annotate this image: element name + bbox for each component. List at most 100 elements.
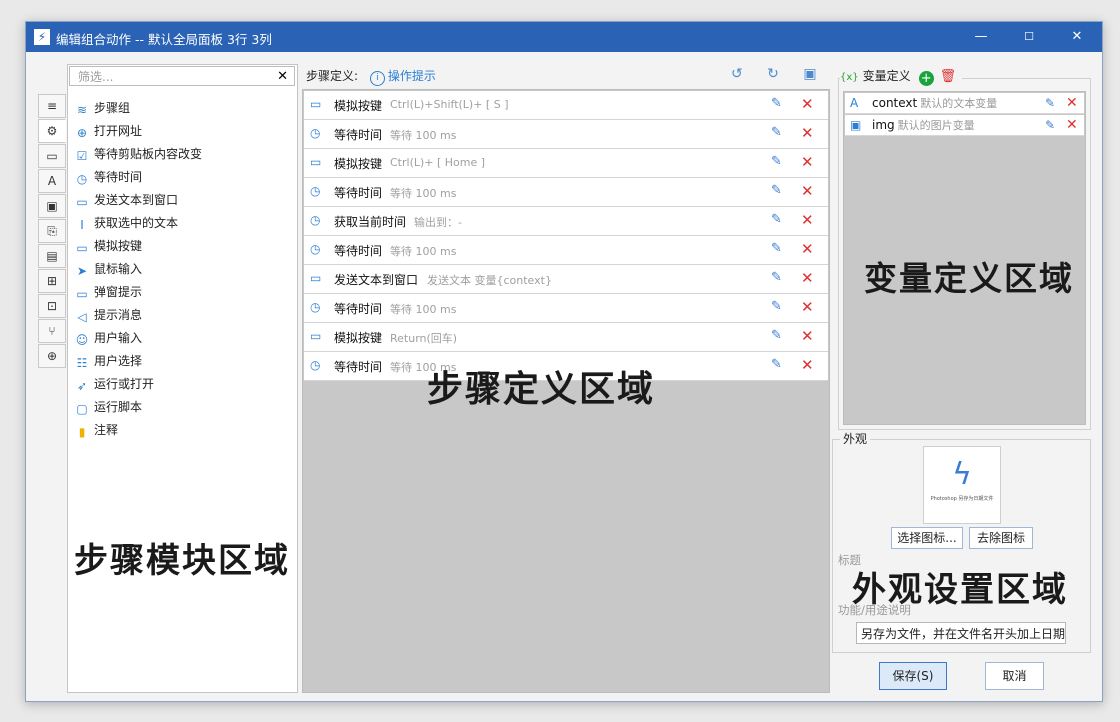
variable-desc: 默认的文本变量: [920, 97, 998, 110]
tab-gear-icon[interactable]: ⚙: [38, 119, 66, 143]
step-name: 模拟按键: [334, 331, 383, 345]
timer-icon: ◷: [310, 184, 321, 198]
variable-row[interactable]: Acontext 默认的文本变量 ✎ ✕: [845, 93, 1084, 114]
variables-list: Acontext 默认的文本变量 ✎ ✕ ▣ img 默认的图片变量 ✎ ✕ 变量定义区域: [843, 91, 1086, 425]
tab-window-icon[interactable]: ▭: [38, 144, 66, 168]
variable-desc: 默认的图片变量: [897, 119, 975, 132]
clipboard-check-icon: ☑: [76, 149, 88, 163]
module-item-comment[interactable]: ▮ 注释: [74, 419, 202, 442]
variables-area-label: 变量定义区域: [864, 259, 1074, 298]
step-row[interactable]: ◷ 获取当前时间 输出到：- ✎ ✕: [304, 207, 828, 236]
delete-icon[interactable]: ✕: [801, 269, 814, 287]
module-item-user-input[interactable]: ☺ 用户输入: [74, 327, 202, 350]
module-item-send-text[interactable]: ▭ 发送文本到窗口: [74, 189, 202, 212]
edit-icon[interactable]: ✎: [771, 154, 782, 169]
module-item-get-selected-text[interactable]: I 获取选中的文本: [74, 212, 202, 235]
module-item-popup-tip[interactable]: ▭ 弹窗提示: [74, 281, 202, 304]
variables-header-label: 变量定义: [862, 69, 911, 83]
module-item-wait-clipboard[interactable]: ☑ 等待剪贴板内容改变: [74, 143, 202, 166]
step-row[interactable]: ◷ 等待时间 等待 100 ms ✎ ✕: [304, 120, 828, 149]
module-label: 鼠标输入: [94, 262, 143, 276]
module-item-mouse-input[interactable]: ➤ 鼠标输入: [74, 258, 202, 281]
variable-row[interactable]: ▣ img 默认的图片变量 ✎ ✕: [845, 115, 1084, 136]
module-label: 发送文本到窗口: [94, 193, 179, 207]
edit-icon[interactable]: ✎: [771, 96, 782, 111]
module-item-run-script[interactable]: ▢ 运行脚本: [74, 396, 202, 419]
step-row[interactable]: ▭ 模拟按键 Return(回车) ✎ ✕: [304, 323, 828, 352]
module-item-step-group[interactable]: ≋ 步骤组: [74, 97, 202, 120]
cancel-button[interactable]: 取消: [985, 662, 1044, 690]
step-name: 等待时间: [334, 244, 383, 258]
globe-icon: ⊕: [76, 126, 88, 140]
tab-grid-icon[interactable]: ⊡: [38, 294, 66, 318]
edit-icon[interactable]: ✎: [771, 328, 782, 343]
trash-icon[interactable]: 🗑: [940, 69, 957, 84]
keyboard-icon: ▭: [310, 97, 322, 111]
step-row[interactable]: ◷ 等待时间 等待 100 ms ✎ ✕: [304, 294, 828, 323]
edit-icon[interactable]: ✎: [771, 299, 782, 314]
delete-icon[interactable]: ✕: [801, 124, 814, 142]
edit-icon[interactable]: ✎: [1045, 115, 1055, 135]
edit-icon[interactable]: ✎: [771, 241, 782, 256]
tab-image-icon[interactable]: ▣: [38, 194, 66, 218]
module-list: ≋ 步骤组 ⊕ 打开网址 ☑ 等待剪贴板内容改变 ◷ 等待时间 ▭ 发送文本到窗口 I 获取…: [74, 97, 202, 442]
edit-icon[interactable]: ✎: [771, 212, 782, 227]
module-item-simulate-key[interactable]: ▭ 模拟按键: [74, 235, 202, 258]
step-row[interactable]: ▭ 模拟按键 Ctrl(L)+Shift(L)+ [ S ] ✎ ✕: [304, 91, 828, 120]
step-name: 获取当前时间: [334, 215, 407, 229]
maximize-button[interactable]: ☐: [1014, 26, 1044, 48]
tab-list-icon[interactable]: ≡: [38, 94, 66, 118]
edit-icon[interactable]: ✎: [771, 357, 782, 372]
delete-icon[interactable]: ✕: [801, 327, 814, 345]
delete-icon[interactable]: ✕: [801, 356, 814, 374]
step-desc: 输出到：-: [414, 216, 462, 229]
edit-icon[interactable]: ✎: [771, 125, 782, 140]
module-panel: 筛选... ✕ ≋ 步骤组 ⊕ 打开网址 ☑ 等待剪贴板内容改变 ◷ 等待时间 ▭ 发送文…: [67, 64, 298, 693]
delete-icon[interactable]: ✕: [1066, 115, 1078, 135]
delete-icon[interactable]: ✕: [801, 182, 814, 200]
step-desc: Return(回车): [390, 332, 458, 345]
add-variable-icon[interactable]: +: [918, 71, 934, 86]
edit-icon[interactable]: ✎: [1045, 93, 1055, 113]
edit-icon[interactable]: ✎: [771, 270, 782, 285]
tab-clipboard-icon[interactable]: ⎘: [38, 219, 66, 243]
editor-window: ⚡ 编辑组合动作 -- 默认全局面板 3行 3列 — ☐ ✕ ≡ ⚙ ▭ A ▣…: [25, 21, 1103, 702]
choose-icon-button[interactable]: 选择图标...: [891, 527, 963, 549]
edit-icon[interactable]: ✎: [771, 183, 782, 198]
keyboard-icon: ▭: [310, 155, 322, 169]
module-item-run-open[interactable]: ➶ 运行或打开: [74, 373, 202, 396]
module-item-user-select[interactable]: ☷ 用户选择: [74, 350, 202, 373]
clear-filter-icon[interactable]: ✕: [277, 67, 288, 87]
note-icon: ▮: [78, 425, 86, 439]
step-row[interactable]: ◷ 等待时间 等待 100 ms ✎ ✕: [304, 178, 828, 207]
paper-plane-icon: ➶: [76, 379, 88, 393]
delete-icon[interactable]: ✕: [801, 240, 814, 258]
delete-icon[interactable]: ✕: [801, 153, 814, 171]
step-row[interactable]: ◷ 等待时间 等待 100 ms ✎ ✕: [304, 236, 828, 265]
delete-icon[interactable]: ✕: [801, 298, 814, 316]
close-button[interactable]: ✕: [1062, 26, 1092, 48]
tab-windows-icon[interactable]: ⊞: [38, 269, 66, 293]
popup-icon: ▭: [76, 287, 88, 301]
tab-branch-icon[interactable]: ⑂: [38, 319, 66, 343]
remove-icon-button[interactable]: 去除图标: [969, 527, 1033, 549]
delete-icon[interactable]: ✕: [1066, 93, 1078, 113]
step-row[interactable]: ▭ 发送文本到窗口 发送文本 变量{context} ✎ ✕: [304, 265, 828, 294]
operation-hint-link[interactable]: i 操作提示: [369, 69, 436, 86]
filter-input[interactable]: 筛选... ✕: [69, 66, 295, 86]
module-item-open-url[interactable]: ⊕ 打开网址: [74, 120, 202, 143]
delete-icon[interactable]: ✕: [801, 211, 814, 229]
script-icon: ▢: [76, 402, 88, 416]
delete-icon[interactable]: ✕: [801, 95, 814, 113]
tab-globe-icon[interactable]: ⊕: [38, 344, 66, 368]
tab-document-icon[interactable]: ▤: [38, 244, 66, 268]
minimize-button[interactable]: —: [966, 26, 996, 48]
save-button[interactable]: 保存(S): [879, 662, 947, 690]
tab-text-icon[interactable]: A: [38, 169, 66, 193]
module-item-wait-time[interactable]: ◷ 等待时间: [74, 166, 202, 189]
window-title: 编辑组合动作 -- 默认全局面板 3行 3列: [56, 32, 272, 47]
module-label: 弹窗提示: [94, 285, 143, 299]
step-row[interactable]: ▭ 模拟按键 Ctrl(L)+ [ Home ] ✎ ✕: [304, 149, 828, 178]
module-item-notify[interactable]: ◁ 提示消息: [74, 304, 202, 327]
description-input[interactable]: 另存为文件，并在文件名开头加上日期: [856, 622, 1066, 644]
